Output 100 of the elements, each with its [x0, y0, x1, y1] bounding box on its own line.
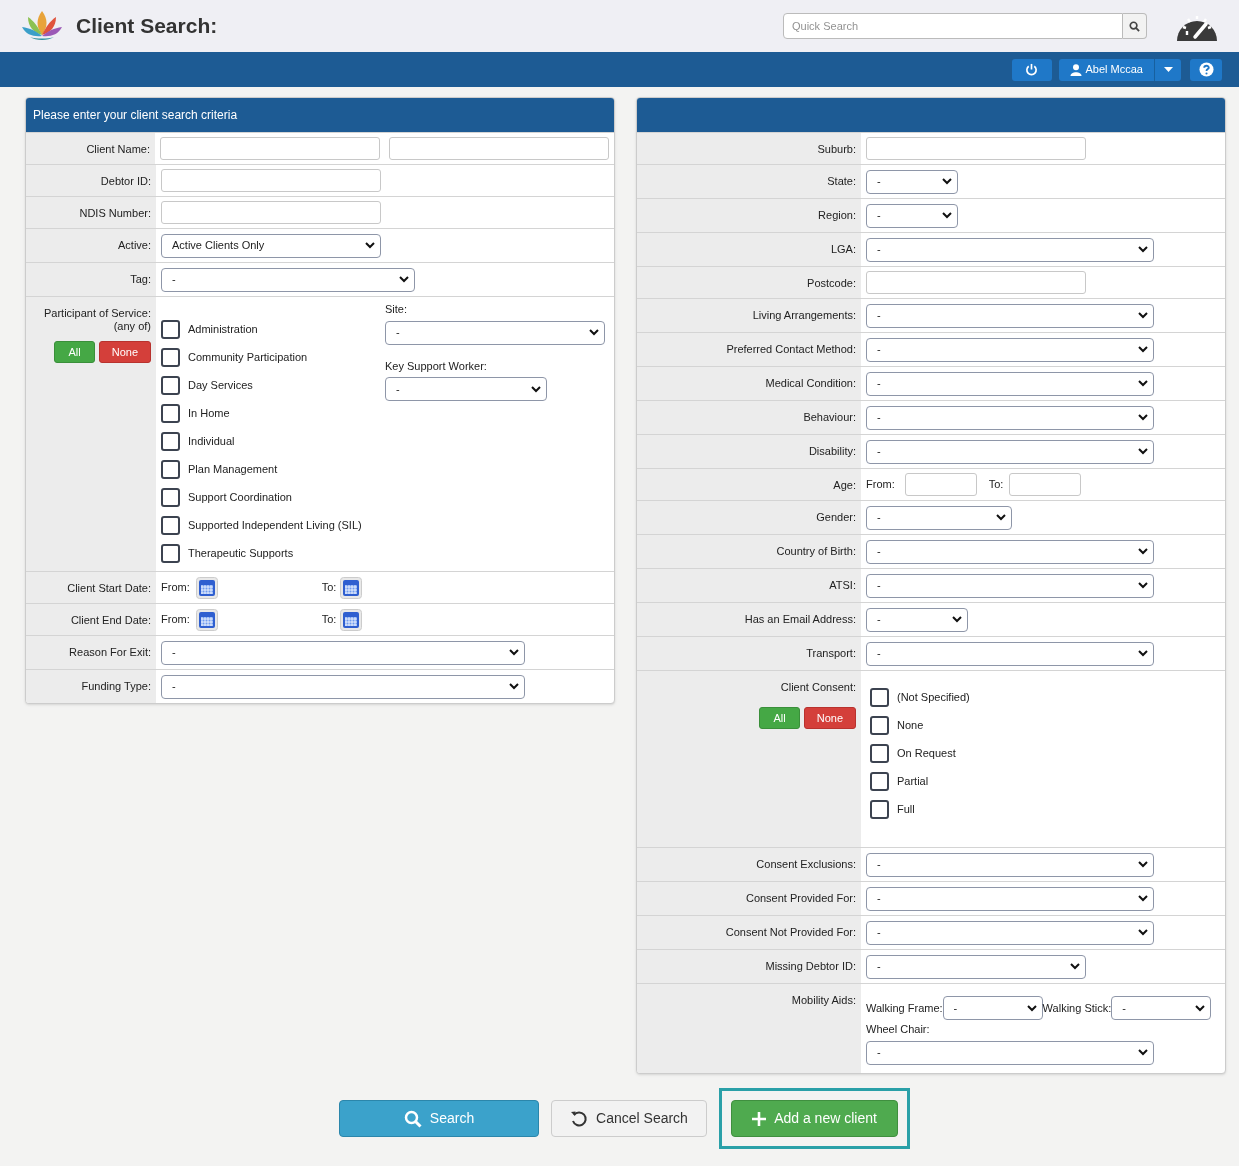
dropdown[interactable]: - — [866, 641, 1154, 666]
checkbox-label: Administration — [188, 321, 258, 337]
text-field[interactable] — [866, 271, 1086, 294]
chevron-down-icon — [1138, 548, 1148, 555]
checkbox[interactable] — [161, 431, 180, 451]
chevron-down-icon — [509, 683, 519, 690]
calendar-icon[interactable] — [195, 576, 218, 599]
calendar-icon[interactable] — [340, 576, 363, 599]
field-label: Gender: — [816, 510, 856, 524]
dropdown[interactable]: - — [866, 439, 1154, 464]
checkbox[interactable] — [870, 715, 889, 735]
dropdown[interactable]: - — [866, 203, 958, 228]
checkbox[interactable] — [161, 403, 180, 423]
field-label: Funding Type: — [81, 679, 151, 693]
checkbox[interactable] — [870, 687, 889, 707]
chevron-down-icon — [996, 514, 1006, 521]
dropdown[interactable]: - — [866, 1040, 1154, 1065]
dropdown[interactable]: - — [866, 886, 1154, 911]
search-button[interactable] — [1123, 13, 1147, 39]
to-label: To: — [988, 477, 1004, 493]
user-icon — [1069, 63, 1082, 76]
dropdown[interactable]: - — [161, 674, 525, 699]
dropdown[interactable]: - — [866, 505, 1012, 530]
field-label: Behaviour: — [803, 410, 856, 424]
chevron-down-icon — [952, 616, 962, 623]
field-label: Reason For Exit: — [69, 645, 151, 659]
chevron-down-icon — [1138, 448, 1148, 455]
checkbox[interactable] — [161, 375, 180, 395]
dropdown[interactable]: - — [866, 169, 958, 194]
chevron-down-icon — [1138, 346, 1148, 353]
field-label: Region: — [818, 208, 856, 222]
checkbox[interactable] — [161, 319, 180, 339]
chevron-down-icon — [1138, 312, 1148, 319]
from-label: From: — [866, 477, 895, 493]
cancel-search-button[interactable]: Cancel Search — [551, 1100, 707, 1137]
checkbox[interactable] — [161, 515, 180, 535]
checkbox-label: Supported Independent Living (SIL) — [188, 517, 362, 533]
dropdown[interactable]: - — [866, 607, 968, 632]
dropdown[interactable]: - — [866, 303, 1154, 328]
dropdown[interactable]: - — [866, 405, 1154, 430]
lotus-logo-icon — [20, 9, 64, 43]
checkbox[interactable] — [870, 771, 889, 791]
checkbox[interactable] — [870, 743, 889, 763]
chevron-down-icon — [1138, 380, 1148, 387]
checkbox[interactable] — [870, 799, 889, 819]
field-label: Consent Provided For: — [745, 891, 856, 905]
help-button[interactable] — [1190, 58, 1222, 81]
checkbox[interactable] — [161, 487, 180, 507]
calendar-icon[interactable] — [195, 608, 218, 631]
dropdown[interactable]: - — [1111, 996, 1212, 1020]
checkbox-label: Plan Management — [188, 461, 278, 477]
field-label: Has an Email Address: — [744, 612, 856, 626]
dropdown-toggle[interactable] — [1154, 58, 1181, 81]
field-label: Consent Exclusions: — [756, 857, 856, 871]
field-label: Walking Frame: — [866, 1000, 943, 1016]
dropdown[interactable]: - — [385, 320, 605, 345]
dropdown[interactable]: - — [161, 267, 415, 292]
field-label: Missing Debtor ID: — [765, 959, 856, 973]
chevron-down-icon — [942, 178, 952, 185]
text-field[interactable] — [161, 201, 381, 224]
dropdown[interactable]: - — [866, 337, 1154, 362]
field-label: Participant of Service: — [44, 306, 151, 320]
dropdown[interactable]: - — [866, 573, 1154, 598]
field-label: Disability: — [808, 444, 856, 458]
dropdown[interactable]: - — [866, 539, 1154, 564]
text-field[interactable] — [866, 137, 1086, 160]
checkbox[interactable] — [161, 543, 180, 563]
dropdown[interactable]: Active Clients Only — [161, 233, 381, 258]
quick-search-field[interactable]: Quick Search — [783, 13, 1123, 39]
from-label: From: — [161, 580, 190, 596]
none-button[interactable]: None — [803, 707, 856, 729]
text-field[interactable] — [904, 473, 977, 496]
text-field[interactable] — [161, 169, 381, 192]
field-label: Consent Not Provided For: — [725, 925, 856, 939]
calendar-icon[interactable] — [340, 608, 363, 631]
checkbox[interactable] — [161, 459, 180, 479]
dropdown[interactable]: - — [866, 954, 1086, 979]
chevron-down-icon — [1070, 963, 1080, 970]
caret-icon — [1163, 67, 1173, 72]
text-field[interactable] — [389, 137, 609, 160]
dropdown[interactable]: - — [866, 852, 1154, 877]
dropdown[interactable]: - — [942, 996, 1043, 1020]
chevron-down-icon — [942, 212, 952, 219]
checkbox[interactable] — [161, 347, 180, 367]
user-menu-button[interactable]: Abel Mccaa — [1058, 58, 1154, 81]
checkbox-label: None — [897, 717, 924, 733]
dropdown[interactable]: - — [385, 377, 547, 401]
field-label: Preferred Contact Method: — [726, 342, 856, 356]
dropdown[interactable]: - — [866, 920, 1154, 945]
chevron-down-icon — [589, 329, 599, 336]
dropdown[interactable]: - — [866, 371, 1154, 396]
chevron-down-icon — [1138, 582, 1148, 589]
dropdown[interactable]: - — [161, 640, 525, 665]
chevron-down-icon — [399, 276, 409, 283]
text-field[interactable] — [160, 137, 380, 160]
from-label: From: — [161, 612, 190, 628]
text-field[interactable] — [1009, 473, 1082, 496]
dropdown[interactable]: - — [866, 237, 1154, 262]
none-button[interactable]: None — [98, 341, 151, 363]
power-button[interactable] — [1011, 58, 1052, 81]
